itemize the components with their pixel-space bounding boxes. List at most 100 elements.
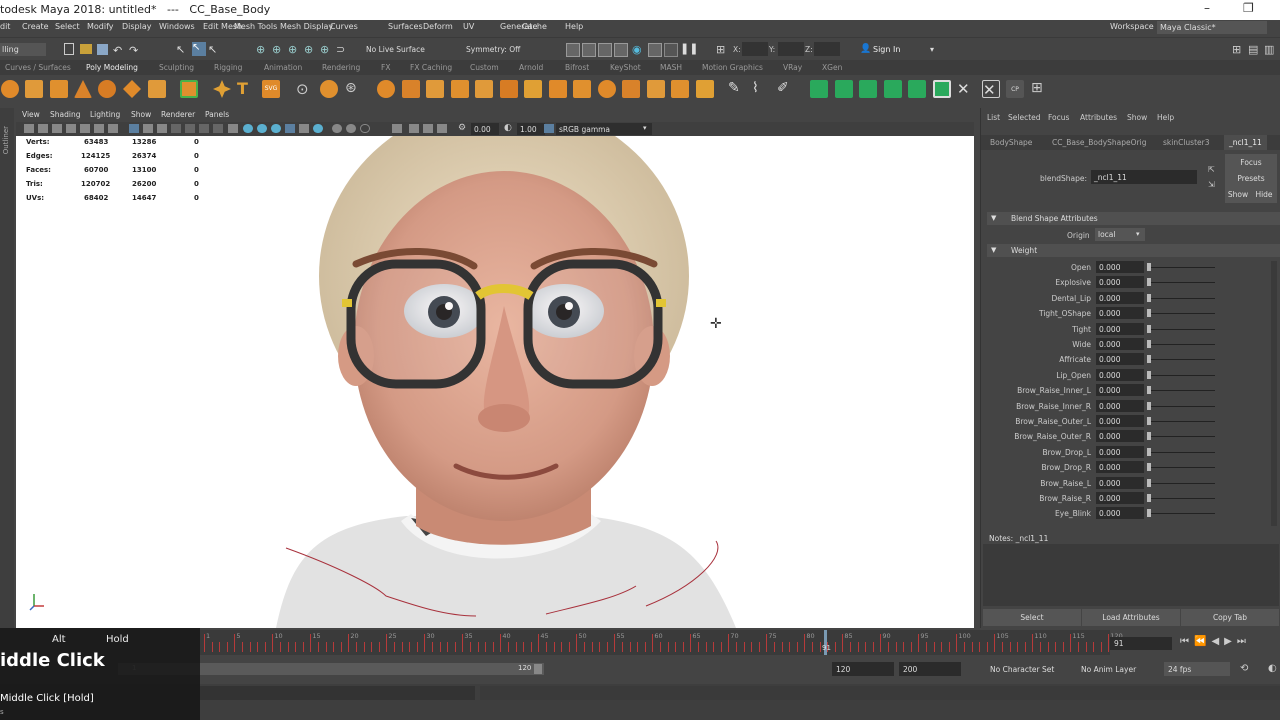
lasso-tool-icon[interactable]: ↖ <box>192 42 206 56</box>
weight-slider-track[interactable] <box>1151 421 1215 422</box>
weight-slider-track[interactable] <box>1151 436 1215 438</box>
menu-cache[interactable]: Help <box>565 22 583 31</box>
weight-slider-track[interactable] <box>1151 344 1215 345</box>
tab-vray[interactable]: VRay <box>783 63 802 72</box>
colorspace-chevron-icon[interactable]: ▾ <box>643 124 647 132</box>
menu-mesh-display[interactable]: Curves <box>330 22 358 31</box>
sign-in-button[interactable]: Sign In <box>873 45 900 54</box>
weight-slider-track[interactable] <box>1151 467 1215 469</box>
presets-button[interactable]: Presets <box>1225 170 1277 187</box>
tab-xgen[interactable]: XGen <box>822 63 842 72</box>
go-to-start-icon[interactable]: ⏮ <box>1180 636 1194 647</box>
tab-fx[interactable]: FX <box>381 63 390 72</box>
play-back-icon[interactable]: ◀ <box>1211 636 1224 647</box>
weight-value-field[interactable]: 0.000 <box>1096 261 1144 273</box>
circularize-icon[interactable] <box>573 80 591 98</box>
wireframe-icon[interactable] <box>213 124 223 133</box>
safe-action-icon[interactable] <box>185 124 195 133</box>
undo-icon[interactable]: ↶ <box>113 44 127 58</box>
weights-scrollbar[interactable] <box>1271 261 1277 526</box>
weight-value-field[interactable]: 0.000 <box>1096 399 1144 412</box>
poly-cylinder-icon[interactable] <box>50 80 68 98</box>
menu-create[interactable]: Create <box>22 22 49 31</box>
textured-icon[interactable] <box>243 124 253 133</box>
weight-slider-handle[interactable] <box>1147 401 1151 410</box>
go-to-end-icon[interactable]: ⏭ <box>1237 636 1251 647</box>
weight-slider-track[interactable] <box>1151 451 1215 453</box>
weight-slider-handle[interactable] <box>1147 478 1151 487</box>
tab-bifrost[interactable]: Bifrost <box>565 63 589 72</box>
camera-attrs-icon[interactable] <box>423 124 433 133</box>
copy-tab-button[interactable]: Copy Tab <box>1181 609 1279 626</box>
load-attributes-button[interactable]: Load Attributes <box>1082 609 1180 626</box>
weight-slider-handle[interactable] <box>1147 324 1151 333</box>
smooth-icon[interactable]: ⊛ <box>345 80 363 98</box>
weight-slider-handle[interactable] <box>1147 432 1151 441</box>
cut-uv-icon[interactable] <box>933 80 951 98</box>
2d-pan-icon[interactable] <box>80 124 90 133</box>
detach-icon[interactable] <box>647 80 665 98</box>
viewport-menu-renderer[interactable]: Renderer <box>161 110 195 119</box>
weight-slider-handle[interactable] <box>1147 509 1151 518</box>
weight-value-field[interactable]: 0.000 <box>1096 461 1144 474</box>
weight-slider-track[interactable] <box>1151 405 1215 407</box>
quad-draw-icon[interactable]: ✐ <box>777 80 795 98</box>
gamma-field[interactable]: 1.00 <box>517 123 545 135</box>
modeling-toolkit-icon[interactable]: ⊞ <box>1232 43 1246 57</box>
isolate-select-icon[interactable] <box>392 124 402 133</box>
minimize-button[interactable]: – <box>1204 1 1210 15</box>
field-chart-icon[interactable] <box>171 124 181 133</box>
workspace-dropdown[interactable]: Maya Classic* <box>1157 21 1267 34</box>
hud-icon[interactable] <box>409 124 419 133</box>
transform-icon[interactable]: ⊞ <box>716 43 730 57</box>
loop-icon[interactable]: ⟲ <box>1240 663 1248 674</box>
menu-deform[interactable]: UV <box>463 22 474 31</box>
snap-grid-icon[interactable]: ⊕ <box>256 43 270 57</box>
weight-slider-track[interactable] <box>1151 482 1215 484</box>
viewport-menu-show[interactable]: Show <box>131 110 151 119</box>
weight-slider-handle[interactable] <box>1147 263 1151 271</box>
focus-arrow-icon[interactable]: ⇱ <box>1208 165 1215 174</box>
pause-icon[interactable]: ❚❚ <box>680 42 698 56</box>
fps-dropdown[interactable]: 24 fps <box>1164 662 1230 676</box>
presets-arrow-icon[interactable]: ⇲ <box>1208 180 1215 189</box>
weight-value-field[interactable]: 0.000 <box>1096 338 1144 350</box>
menu-select[interactable]: Select <box>55 22 80 31</box>
symmetry-dropdown[interactable]: Symmetry: Off <box>466 45 520 54</box>
weight-value-field[interactable]: 0.000 <box>1096 430 1144 443</box>
tab-sculpting[interactable]: Sculpting <box>159 63 194 72</box>
new-scene-icon[interactable] <box>64 43 74 55</box>
symmetrize-icon[interactable] <box>696 80 714 98</box>
weight-slider-track[interactable] <box>1151 390 1215 392</box>
redo-icon[interactable]: ↷ <box>129 44 143 58</box>
weight-value-field[interactable]: 0.000 <box>1096 368 1144 381</box>
poly-plane-icon[interactable] <box>123 80 141 98</box>
weight-value-field[interactable]: 0.000 <box>1096 353 1144 366</box>
show-button[interactable]: Show <box>1225 186 1251 203</box>
ae-tab-ncl1-11[interactable]: _ncl1_11 <box>1224 135 1267 150</box>
menuset-dropdown[interactable]: lling <box>0 43 46 56</box>
arnold-render-icon[interactable] <box>664 43 678 57</box>
ipr-render-icon[interactable] <box>598 43 612 57</box>
super-shape-icon[interactable] <box>213 80 231 98</box>
outliner-collapsed[interactable]: Outliner <box>0 108 14 628</box>
shadows-icon[interactable] <box>271 124 281 133</box>
notes-textarea[interactable] <box>983 544 1279 606</box>
menu-generate[interactable]: Cache <box>522 22 547 31</box>
maximize-button[interactable]: ❐ <box>1243 1 1254 15</box>
separate-icon[interactable] <box>320 80 338 98</box>
weight-slider-handle[interactable] <box>1147 463 1151 472</box>
weight-value-field[interactable]: 0.000 <box>1096 507 1144 520</box>
tab-mash[interactable]: MASH <box>660 63 682 72</box>
weight-slider-handle[interactable] <box>1147 417 1151 425</box>
xray-joints-icon[interactable] <box>299 124 309 133</box>
weight-slider-handle[interactable] <box>1147 494 1151 502</box>
ae-tab-shapeorig[interactable]: CC_Base_BodyShapeOrig <box>1052 138 1147 147</box>
hypershade-icon[interactable]: ◉ <box>632 43 646 57</box>
gate-mask-icon[interactable] <box>157 124 167 133</box>
blendshape-name-field[interactable]: _ncl1_11 <box>1091 170 1197 184</box>
platonic-icon[interactable] <box>180 80 198 98</box>
weight-slider-track[interactable] <box>1151 297 1215 299</box>
poly-cone-icon[interactable] <box>74 80 92 98</box>
ae-menu-attributes[interactable]: Attributes <box>1080 113 1117 122</box>
